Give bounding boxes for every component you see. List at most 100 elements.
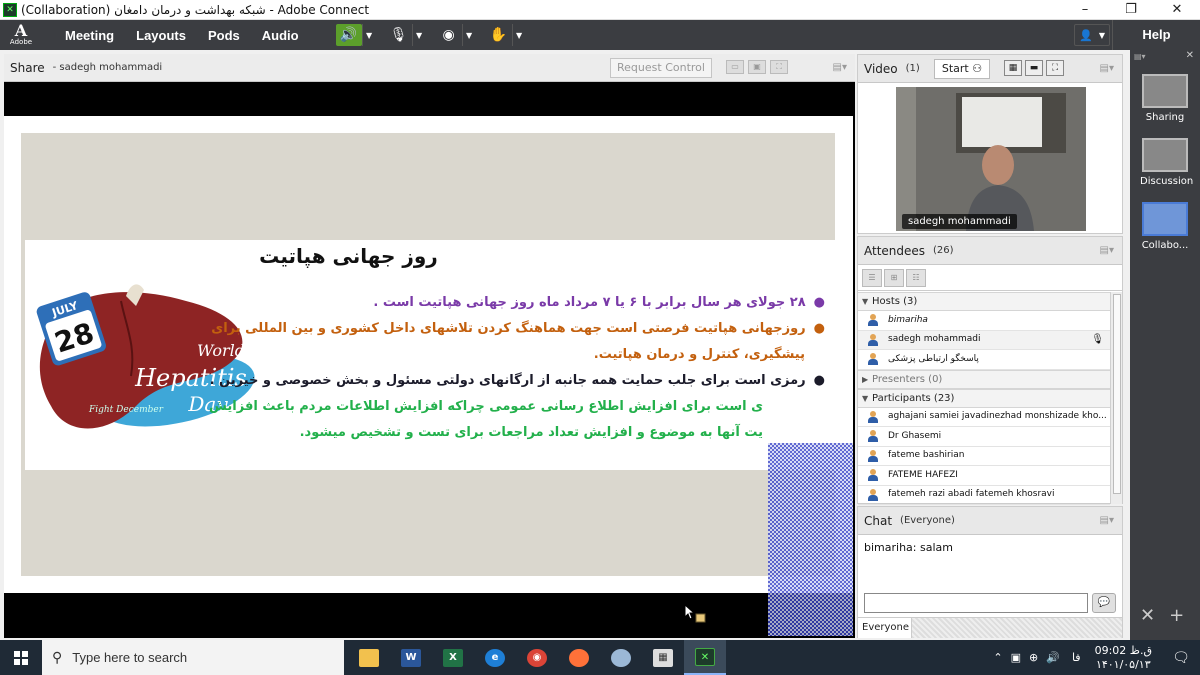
adobe-connect-taskbar-app[interactable]: ✕	[684, 640, 726, 675]
list-view-icon[interactable]: ☰	[862, 268, 882, 287]
firefox-app[interactable]	[558, 640, 600, 675]
attendee-row[interactable]: aghajani samiei javadinezhad monshizade …	[858, 408, 1110, 427]
attendee-row[interactable]: FATEME HAFEZI	[858, 466, 1110, 486]
search-icon: ⚲	[52, 649, 63, 665]
webcam-icon[interactable]: ◉	[436, 24, 462, 46]
attendee-row[interactable]: bimariha	[858, 311, 1110, 331]
layouts-menu-icon[interactable]: ▤▾	[1134, 52, 1146, 61]
video-pod: Video (1) ▤▾ Start ⚇ ▦ ▬ ⛶ sadegh mohamm…	[857, 54, 1123, 234]
fit-page-icon[interactable]: ▣	[748, 60, 766, 74]
attendee-name: sadegh mohammadi	[888, 334, 981, 345]
expand-triangle-icon: ▼	[862, 297, 869, 306]
layout-collaboration[interactable]: Collabo...	[1140, 202, 1190, 251]
menu-pods[interactable]: Pods	[197, 28, 251, 43]
speaker-dropdown-icon[interactable]: ▼	[361, 24, 376, 46]
participants-section[interactable]: ▼ Participants (23)	[858, 388, 1110, 408]
delete-layout-icon[interactable]: ✕	[1140, 605, 1155, 626]
attendee-name: FATEME HAFEZI	[888, 469, 958, 480]
language-indicator[interactable]: فا	[1072, 651, 1081, 664]
video-pod-title: Video	[864, 61, 898, 76]
fullscreen-icon[interactable]: ⛶	[770, 60, 788, 74]
paint-app[interactable]	[600, 640, 642, 675]
attendee-scrollbar[interactable]	[1110, 292, 1122, 504]
attendees-pod-header: Attendees (26) ▤▾	[858, 237, 1122, 265]
word-app[interactable]: W	[390, 640, 432, 675]
taskbar-search[interactable]: ⚲ Type here to search	[42, 640, 344, 675]
speaker-control: 🔊 ▼	[335, 24, 376, 46]
volume-icon[interactable]: 🔊	[1046, 651, 1060, 664]
raise-hand-control: ✋ ▼	[486, 24, 526, 46]
microphone-dropdown-icon[interactable]: ▼	[411, 24, 426, 46]
layout-actions: ✕ +	[1140, 605, 1184, 626]
excel-app[interactable]: X	[432, 640, 474, 675]
chat-footer-bar	[912, 617, 1122, 638]
minimize-button[interactable]: –	[1062, 0, 1108, 20]
chat-input[interactable]	[864, 593, 1088, 613]
raise-hand-icon[interactable]: ✋	[486, 24, 512, 46]
maximize-button[interactable]: ❐	[1108, 0, 1154, 20]
attendees-pod-menu-icon[interactable]: ▤▾	[1100, 245, 1114, 256]
close-layouts-icon[interactable]: ✕	[1186, 50, 1194, 61]
participant-person-icon	[866, 410, 880, 423]
video-pod-menu-icon[interactable]: ▤▾	[1100, 63, 1114, 74]
file-explorer-app[interactable]	[348, 640, 390, 675]
grid-view-icon[interactable]: ▦	[1004, 60, 1022, 76]
edge-app[interactable]: e	[474, 640, 516, 675]
filmstrip-view-icon[interactable]: ▬	[1025, 60, 1043, 76]
paint-icon	[611, 648, 631, 667]
role-dropdown-icon: ▼	[1098, 30, 1105, 40]
calculator-app[interactable]: ▦	[642, 640, 684, 675]
clock[interactable]: 09:02 ق.ظ ۱۴۰۱/۰۵/۱۳	[1095, 644, 1152, 672]
attendee-row[interactable]: fateme bashirian	[858, 447, 1110, 466]
close-window-button[interactable]: ✕	[1154, 0, 1200, 20]
send-message-icon[interactable]: 💬	[1092, 593, 1116, 613]
chat-pod-menu-icon[interactable]: ▤▾	[1100, 515, 1114, 526]
breakout-view-icon[interactable]: ⊞	[884, 268, 904, 287]
network-globe-icon[interactable]: ⊕	[1029, 651, 1038, 664]
windows-taskbar: ⚲ Type here to search W X e ◉ ▦ ✕ ⌃ ▣ ⊕ …	[0, 640, 1200, 675]
show-hidden-icons-icon[interactable]: ⌃	[993, 651, 1002, 664]
role-control[interactable]: 👤 ▼	[1074, 24, 1110, 46]
attendee-row[interactable]: Dr Ghasemi	[858, 427, 1110, 447]
share-presenter-name: - sadegh mohammadi	[52, 62, 163, 73]
virtualbox-icon[interactable]: ▣	[1011, 651, 1021, 664]
raise-hand-dropdown-icon[interactable]: ▼	[511, 24, 526, 46]
speaker-icon[interactable]: 🔊	[335, 24, 362, 46]
attendee-row[interactable]: sadegh mohammadi 🎙	[858, 330, 1110, 350]
chat-recipient-selector[interactable]: Everyone	[858, 617, 912, 638]
presenters-section[interactable]: ▶ Presenters (0)	[858, 369, 1110, 389]
chat-pod-header: Chat (Everyone) ▤▾	[858, 507, 1122, 535]
request-control-button[interactable]: Request Control	[610, 58, 712, 78]
status-view-icon[interactable]: ☷	[906, 268, 926, 287]
start-webcam-button[interactable]: Start ⚇	[934, 59, 990, 79]
webcam-dropdown-icon[interactable]: ▼	[461, 24, 476, 46]
menu-meeting[interactable]: Meeting	[54, 28, 125, 43]
system-tray: ⌃ ▣ ⊕ 🔊 فا 09:02 ق.ظ ۱۴۰۱/۰۵/۱۳ 🗨	[989, 640, 1200, 675]
hosts-section[interactable]: ▼ Hosts (3)	[858, 292, 1110, 311]
webcam-name-label: sadegh mohammadi	[902, 214, 1017, 229]
excel-icon: X	[443, 648, 463, 667]
layout-discussion[interactable]: Discussion	[1140, 138, 1193, 187]
webcam-control: ◉ ▼	[436, 24, 476, 46]
attendees-toolbar: ☰ ⊞ ☷	[858, 265, 1122, 291]
microphone-icon[interactable]: 🎙	[386, 24, 412, 46]
shared-slide: JULY 28 World Hepatitis Day Fight Decemb…	[4, 116, 853, 636]
layout-sharing[interactable]: Sharing	[1140, 74, 1190, 123]
video-fullscreen-icon[interactable]: ⛶	[1046, 60, 1064, 76]
share-pod-menu-icon[interactable]: ▤▾	[833, 62, 847, 73]
menu-layouts[interactable]: Layouts	[125, 28, 197, 43]
attendee-row[interactable]: fatemeh razi abadi fatemeh khosravi	[858, 486, 1110, 505]
chrome-app[interactable]: ◉	[516, 640, 558, 675]
menu-audio[interactable]: Audio	[251, 28, 310, 43]
scrollbar-thumb[interactable]	[1113, 294, 1121, 494]
attendee-row[interactable]: پاسخگو ارتباطی پزشکی	[858, 350, 1110, 370]
chat-message: bimariha: salam	[864, 541, 953, 554]
start-webcam-label: Start	[941, 62, 969, 75]
chat-pod-title: Chat	[864, 513, 893, 528]
menu-help[interactable]: Help	[1112, 20, 1200, 50]
fit-width-icon[interactable]: ▭	[726, 60, 744, 74]
start-button[interactable]	[0, 640, 42, 675]
add-layout-icon[interactable]: +	[1169, 605, 1184, 626]
role-icon: 👤	[1079, 28, 1093, 42]
notifications-icon[interactable]: 🗨	[1166, 650, 1196, 666]
